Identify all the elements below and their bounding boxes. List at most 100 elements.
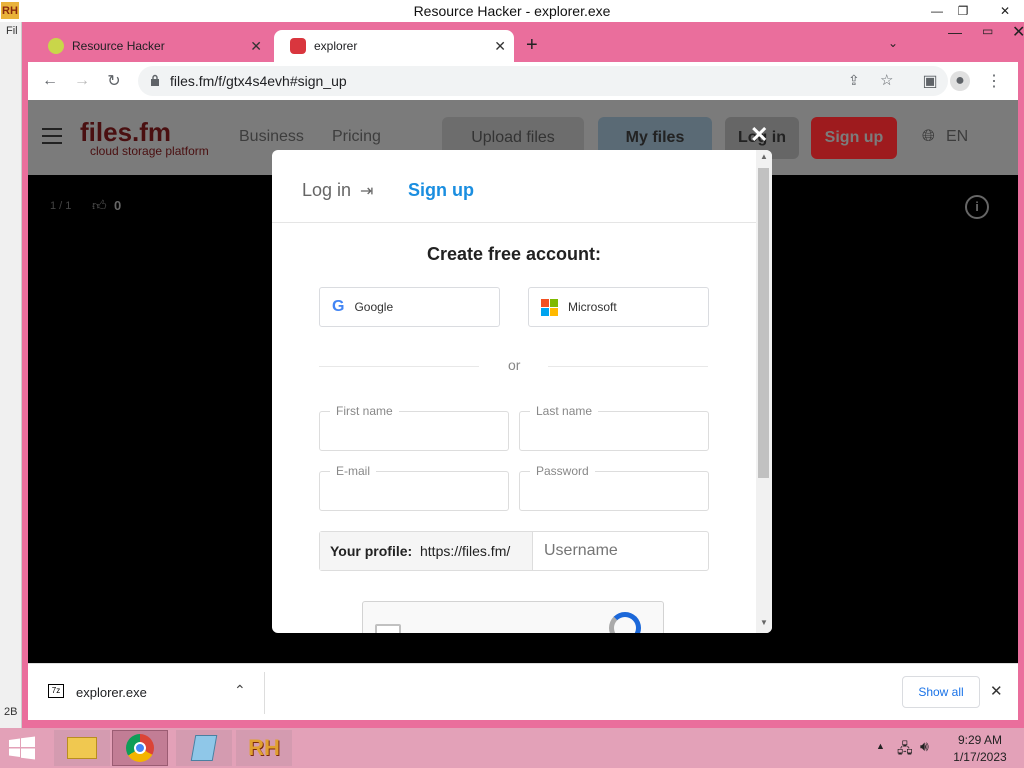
divider (548, 366, 708, 367)
chevron-up-icon[interactable]: ⌃ (234, 682, 246, 699)
logo-name: files.fm (80, 117, 172, 147)
network-icon[interactable]: 🖧︎ (897, 738, 913, 762)
signup-modal: Log in ⇥ Sign up Create free account: G … (272, 150, 772, 633)
download-filename[interactable]: explorer.exe (76, 685, 147, 700)
download-bar: 7z explorer.exe ⌃ Show all ✕ (28, 663, 1018, 720)
chevron-down-icon[interactable]: ⌄ (888, 36, 898, 50)
code-fragment: 2B (4, 706, 18, 718)
last-name-label: Last name (530, 404, 599, 418)
signup-button[interactable]: Sign up (811, 117, 897, 159)
tab-signup[interactable]: Sign up (408, 180, 474, 201)
filesfm-logo[interactable]: files.fm cloud storage platform (80, 117, 209, 158)
show-hidden-icons[interactable]: ▲ (876, 741, 885, 751)
recaptcha-widget (362, 601, 664, 633)
like-count: 0 (114, 198, 122, 213)
chrome-taskbar-icon[interactable] (112, 730, 168, 766)
restore-icon[interactable]: ❐ (948, 0, 978, 22)
info-icon[interactable]: i (965, 195, 989, 219)
tab-resource-hacker[interactable]: Resource Hacker ✕ (32, 30, 270, 62)
modal-tabs: Log in ⇥ Sign up (272, 150, 756, 223)
notepad-taskbar-icon[interactable] (176, 730, 232, 766)
tab-strip: Resource Hacker ✕ explorer ✕ + ⌄ — ▭ ✕ (22, 22, 1024, 62)
back-icon[interactable]: ← (40, 71, 60, 91)
side-panel-icon[interactable]: ▣ (920, 71, 940, 91)
globe-icon: 🌐︎ (922, 128, 935, 145)
tab-label: Resource Hacker (72, 39, 165, 53)
viewer-counter: 1 / 1 (50, 200, 72, 212)
windows-taskbar: RH ▲ 🖧︎ 🔊︎ 9:29 AM 1/17/2023 (0, 728, 1024, 768)
password-field[interactable]: Password (519, 464, 709, 511)
profile-icon[interactable]: ● (950, 71, 970, 91)
google-label: Google (354, 300, 394, 314)
volume-icon[interactable]: 🔊︎ (920, 738, 929, 755)
logo-tagline: cloud storage platform (90, 144, 209, 158)
resource-hacker-favicon (48, 38, 64, 54)
close-icon[interactable]: ✕ (1012, 22, 1024, 42)
browser-toolbar: ← → ↻ files.fm/f/gtx4s4evh#sign_up ⇪ ☆ ▣… (28, 62, 1018, 100)
scroll-down-icon[interactable]: ▼ (760, 618, 768, 627)
tab-label: explorer (314, 39, 358, 53)
file-explorer-taskbar-icon[interactable] (54, 730, 110, 766)
maximize-icon[interactable]: ▭ (982, 24, 993, 38)
hamburger-menu-icon[interactable] (42, 128, 62, 144)
resource-hacker-side-panel: Fil 2B (0, 22, 22, 728)
modal-heading: Create free account: (426, 244, 602, 264)
share-icon[interactable]: ⇪ (848, 72, 860, 89)
url-text: files.fm/f/gtx4s4evh#sign_up (170, 73, 347, 89)
resource-hacker-taskbar-icon[interactable]: RH (236, 730, 292, 766)
lock-icon (151, 74, 159, 86)
nav-business[interactable]: Business (239, 128, 304, 146)
scroll-thumb[interactable] (758, 168, 769, 478)
recaptcha-logo-icon (609, 612, 641, 633)
close-tab-icon[interactable]: ✕ (250, 38, 262, 55)
microsoft-label: Microsoft (568, 300, 617, 314)
plus-icon[interactable]: + (526, 34, 538, 57)
profile-prefix-url: https://files.fm/ (420, 543, 511, 559)
password-label: Password (530, 464, 595, 478)
scroll-up-icon[interactable]: ▲ (760, 152, 768, 161)
or-label: or (508, 357, 521, 373)
first-name-field[interactable]: First name (319, 404, 509, 451)
windows-start-icon[interactable] (8, 736, 36, 760)
window-title: Resource Hacker - explorer.exe (413, 3, 611, 19)
language-selector[interactable]: EN (946, 128, 968, 146)
clock-time[interactable]: 9:29 AM (952, 733, 1008, 747)
first-name-label: First name (330, 404, 399, 418)
show-all-button[interactable]: Show all (902, 676, 980, 708)
menu-kebab-icon[interactable]: ⋮ (984, 71, 1004, 91)
bookmark-star-icon[interactable]: ☆ (880, 71, 893, 89)
menu-fragment: Fil (6, 25, 18, 37)
forward-icon[interactable]: → (72, 71, 92, 91)
close-download-bar-icon[interactable]: ✕ (990, 682, 1003, 700)
email-field[interactable]: E-mail (319, 464, 509, 511)
app-title-bar: RH Resource Hacker - explorer.exe — ❐ ✕ (0, 0, 1024, 22)
thumbs-up-icon[interactable]: 👍︎ (92, 197, 107, 214)
microsoft-signin-button[interactable]: Microsoft (528, 287, 709, 327)
profile-prefix: Your profile: https://files.fm/ (320, 532, 533, 570)
last-name-field[interactable]: Last name (519, 404, 709, 451)
close-modal-icon[interactable]: ✕ (750, 122, 768, 148)
google-signin-button[interactable]: G Google (319, 287, 500, 327)
web-page: files.fm cloud storage platform Business… (28, 100, 1018, 663)
divider (264, 672, 265, 714)
tab-login[interactable]: Log in (302, 180, 351, 201)
clock-date[interactable]: 1/17/2023 (948, 750, 1012, 764)
file-7z-icon: 7z (48, 684, 64, 698)
microsoft-icon (541, 298, 558, 316)
close-tab-icon[interactable]: ✕ (494, 38, 506, 55)
tab-explorer[interactable]: explorer ✕ (274, 30, 514, 62)
profile-url-group: Your profile: https://files.fm/ (319, 531, 709, 571)
close-window-icon[interactable]: ✕ (986, 0, 1024, 22)
recaptcha-checkbox[interactable] (375, 624, 401, 633)
divider (319, 366, 479, 367)
reload-icon[interactable]: ↻ (104, 71, 124, 91)
address-bar[interactable]: files.fm/f/gtx4s4evh#sign_up ⇪ ☆ (138, 66, 948, 96)
email-label: E-mail (330, 464, 377, 478)
google-icon: G (332, 298, 345, 315)
filesfm-favicon (290, 38, 306, 54)
login-arrow-icon[interactable]: ⇥ (360, 181, 373, 201)
nav-pricing[interactable]: Pricing (332, 128, 381, 146)
minimize-icon[interactable]: — (948, 24, 962, 40)
username-input[interactable] (534, 532, 708, 570)
profile-label: Your profile: (330, 543, 413, 559)
